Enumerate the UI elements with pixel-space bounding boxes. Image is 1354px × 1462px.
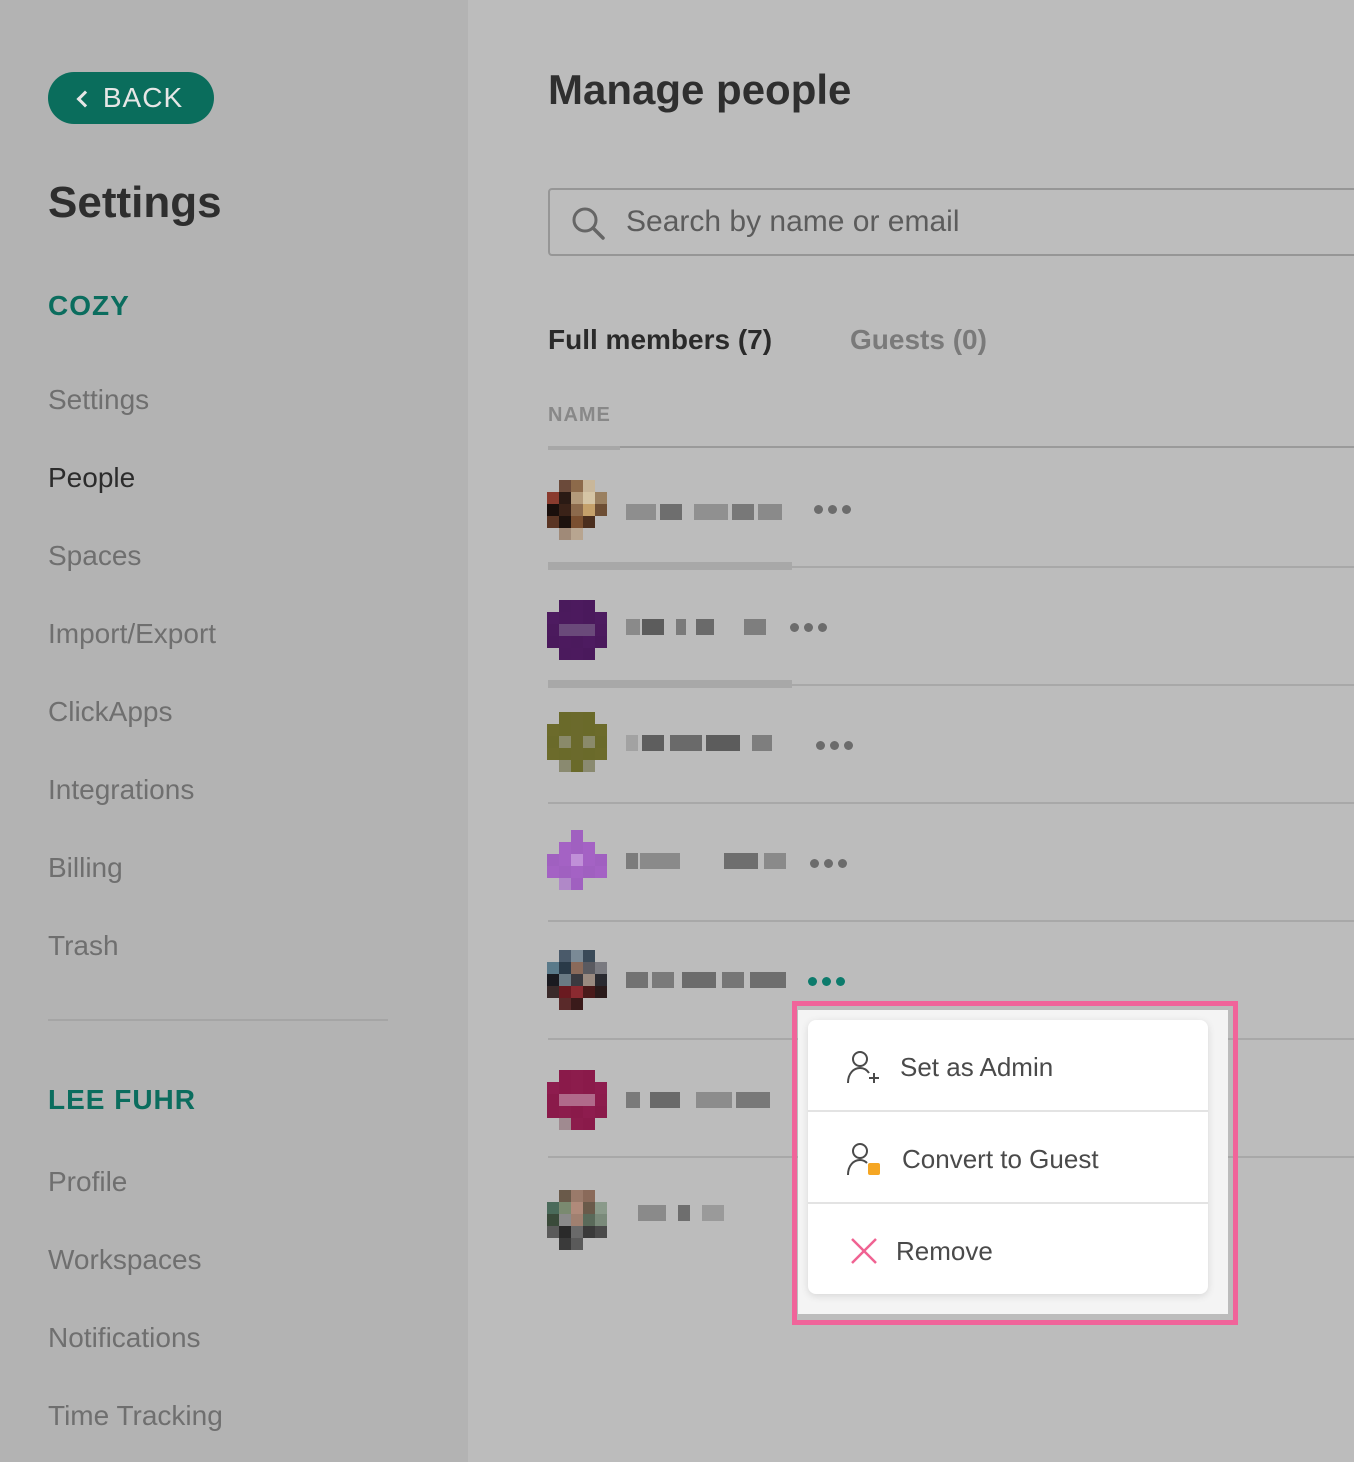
member-options-button[interactable] bbox=[810, 859, 847, 868]
avatar bbox=[547, 830, 607, 890]
sidebar-item-workspaces[interactable]: Workspaces bbox=[48, 1244, 202, 1276]
menu-item-set-as-admin[interactable]: Set as Admin bbox=[808, 1022, 1208, 1112]
avatar bbox=[547, 950, 607, 1010]
member-name-redacted bbox=[626, 1092, 786, 1108]
close-icon bbox=[851, 1238, 877, 1264]
search-box[interactable] bbox=[548, 188, 1354, 256]
chevron-left-icon bbox=[76, 90, 94, 107]
avatar bbox=[547, 712, 607, 772]
sidebar-item-spaces[interactable]: Spaces bbox=[48, 540, 141, 572]
member-options-button[interactable] bbox=[808, 977, 845, 986]
sidebar: BACK Settings COZY Settings People Space… bbox=[0, 0, 468, 1462]
menu-item-convert-to-guest[interactable]: Convert to Guest bbox=[808, 1114, 1208, 1204]
sidebar-item-billing[interactable]: Billing bbox=[48, 852, 123, 884]
search-icon bbox=[572, 207, 605, 240]
tab-full-members[interactable]: Full members (7) bbox=[548, 324, 772, 356]
sidebar-item-notifications[interactable]: Notifications bbox=[48, 1322, 201, 1354]
menu-item-label: Set as Admin bbox=[900, 1051, 1054, 1082]
menu-item-remove[interactable]: Remove bbox=[808, 1206, 1208, 1296]
sidebar-item-trash[interactable]: Trash bbox=[48, 930, 119, 962]
row-divider bbox=[548, 684, 1354, 686]
user-section-label: LEE FUHR bbox=[48, 1084, 196, 1115]
sidebar-item-time-tracking[interactable]: Time Tracking bbox=[48, 1400, 223, 1432]
back-button[interactable]: BACK bbox=[48, 72, 214, 124]
sidebar-item-import-export[interactable]: Import/Export bbox=[48, 618, 216, 650]
sidebar-item-settings[interactable]: Settings bbox=[48, 384, 149, 416]
sidebar-item-integrations[interactable]: Integrations bbox=[48, 774, 194, 806]
member-options-button[interactable] bbox=[816, 741, 853, 750]
avatar bbox=[547, 1070, 607, 1130]
user-plus-icon bbox=[847, 1051, 879, 1084]
row-divider bbox=[548, 566, 1354, 568]
member-name-redacted bbox=[626, 853, 796, 869]
row-divider bbox=[548, 802, 1354, 804]
member-name-redacted bbox=[626, 504, 796, 520]
header-divider bbox=[548, 446, 1354, 448]
search-input[interactable] bbox=[626, 202, 1326, 242]
back-button-label: BACK bbox=[102, 82, 184, 113]
sidebar-item-clickapps[interactable]: ClickApps bbox=[48, 696, 172, 728]
menu-separator bbox=[808, 1202, 1208, 1204]
avatar bbox=[547, 480, 607, 540]
avatar bbox=[547, 600, 607, 660]
header-accent bbox=[548, 446, 620, 450]
member-name-redacted bbox=[626, 972, 796, 988]
user-guest-icon bbox=[847, 1143, 880, 1176]
sidebar-item-people[interactable]: People bbox=[48, 462, 135, 494]
menu-item-label: Convert to Guest bbox=[902, 1143, 1099, 1174]
member-name-redacted bbox=[626, 619, 776, 635]
page-title: Manage people bbox=[548, 66, 852, 113]
sidebar-title: Settings bbox=[48, 178, 222, 227]
tab-guests[interactable]: Guests (0) bbox=[850, 324, 987, 356]
member-name-redacted bbox=[626, 735, 796, 751]
row-divider bbox=[548, 920, 1354, 922]
sidebar-divider bbox=[48, 1019, 388, 1021]
workspace-section-label: COZY bbox=[48, 290, 130, 321]
member-name-redacted bbox=[638, 1205, 738, 1221]
member-options-button[interactable] bbox=[790, 623, 827, 632]
avatar bbox=[547, 1190, 607, 1250]
member-context-menu: Set as Admin Convert to Guest Remove bbox=[808, 1020, 1208, 1294]
menu-separator bbox=[808, 1110, 1208, 1112]
member-options-button[interactable] bbox=[814, 505, 851, 514]
menu-item-label: Remove bbox=[896, 1235, 993, 1266]
sidebar-item-profile[interactable]: Profile bbox=[48, 1166, 127, 1198]
column-header-name: NAME bbox=[548, 404, 611, 426]
